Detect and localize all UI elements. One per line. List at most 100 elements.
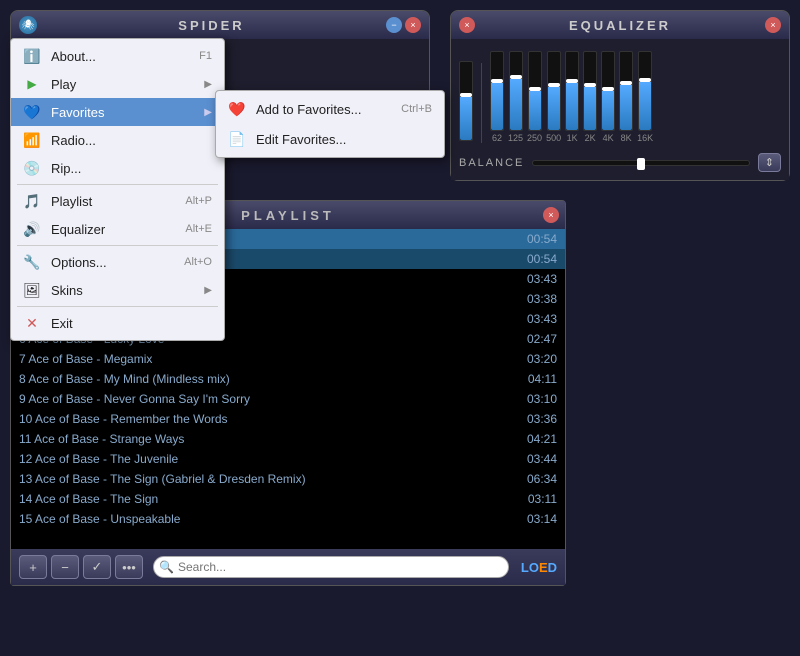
track-name-15: 15 Ace of Base - Unspeakable bbox=[19, 512, 517, 526]
eq-close-button[interactable]: × bbox=[459, 17, 475, 33]
balance-track[interactable] bbox=[532, 160, 749, 166]
balance-section: BALANCE ⇕ bbox=[459, 153, 781, 172]
loed-logo: LOED bbox=[521, 560, 557, 575]
track-time-15: 03:14 bbox=[517, 512, 557, 526]
eq-slider-4: 500 bbox=[546, 51, 561, 143]
submenu-item-edit-favorites[interactable]: 📄 Edit Favorites... bbox=[216, 124, 444, 154]
title-controls: − × bbox=[386, 17, 421, 33]
eq-track-5[interactable] bbox=[565, 51, 579, 131]
spider-titlebar: 🕷 SPIDER − × bbox=[11, 11, 429, 39]
balance-label: BALANCE bbox=[459, 157, 524, 169]
track-name-7: 7 Ace of Base - Megamix bbox=[19, 352, 517, 366]
track-time-11: 04:21 bbox=[517, 432, 557, 446]
menu-item-equalizer[interactable]: 🔊 Equalizer Alt+E bbox=[11, 215, 224, 243]
playlist-item-7[interactable]: 7 Ace of Base - Megamix 03:20 bbox=[11, 349, 565, 369]
eq-close-button2[interactable]: × bbox=[765, 17, 781, 33]
playlist-item-15[interactable]: 15 Ace of Base - Unspeakable 03:14 bbox=[11, 509, 565, 529]
playlist-remove-button[interactable]: − bbox=[51, 555, 79, 579]
menu-separator-3 bbox=[17, 306, 218, 307]
search-input[interactable] bbox=[153, 556, 509, 578]
eq-slider-1: 62 bbox=[490, 51, 504, 143]
main-menu: ℹ️ About... F1 ▶ Play ▶ 💙 Favorites ▶ 📶 … bbox=[10, 38, 225, 341]
menu-item-skins[interactable]: 🖼 Skins ▶ bbox=[11, 276, 224, 304]
playlist-item-13[interactable]: 13 Ace of Base - The Sign (Gabriel & Dre… bbox=[11, 469, 565, 489]
add-favorites-icon: ❤️ bbox=[228, 100, 246, 118]
menu-separator-2 bbox=[17, 245, 218, 246]
equalizer-menu-icon: 🔊 bbox=[23, 220, 41, 238]
menu-item-rip[interactable]: 💿 Rip... bbox=[11, 154, 224, 182]
track-time-4: 03:38 bbox=[517, 292, 557, 306]
eq-track-pre[interactable] bbox=[459, 61, 473, 141]
radio-label: Radio... bbox=[51, 133, 212, 148]
playlist-item-9[interactable]: 9 Ace of Base - Never Gonna Say I'm Sorr… bbox=[11, 389, 565, 409]
playlist-item-8[interactable]: 8 Ace of Base - My Mind (Mindless mix) 0… bbox=[11, 369, 565, 389]
eq-titlebar: × EQUALIZER × bbox=[451, 11, 789, 39]
playlist-item-14[interactable]: 14 Ace of Base - The Sign 03:11 bbox=[11, 489, 565, 509]
menu-item-play[interactable]: ▶ Play ▶ bbox=[11, 70, 224, 98]
eq-track-6[interactable] bbox=[583, 51, 597, 131]
playlist-title: PLAYLIST bbox=[241, 208, 335, 223]
eq-divider bbox=[481, 63, 482, 143]
eq-slider-6: 2K bbox=[583, 51, 597, 143]
playlist-close-button[interactable]: × bbox=[543, 207, 559, 223]
search-icon: 🔍 bbox=[159, 560, 174, 574]
playlist-item-10[interactable]: 10 Ace of Base - Remember the Words 03:3… bbox=[11, 409, 565, 429]
rip-label: Rip... bbox=[51, 161, 212, 176]
menu-item-exit[interactable]: ✕ Exit bbox=[11, 309, 224, 337]
menu-item-favorites[interactable]: 💙 Favorites ▶ bbox=[11, 98, 224, 126]
eq-track-3[interactable] bbox=[528, 51, 542, 131]
favorites-arrow: ▶ bbox=[204, 107, 212, 118]
playlist-item-11[interactable]: 11 Ace of Base - Strange Ways 04:21 bbox=[11, 429, 565, 449]
eq-slider-pre bbox=[459, 61, 473, 143]
track-time-12: 03:44 bbox=[517, 452, 557, 466]
eq-title: EQUALIZER bbox=[475, 18, 765, 33]
exit-icon: ✕ bbox=[23, 314, 41, 332]
playlist-label: Playlist bbox=[51, 194, 175, 209]
eq-slider-8: 8K bbox=[619, 51, 633, 143]
playlist-item-12[interactable]: 12 Ace of Base - The Juvenile 03:44 bbox=[11, 449, 565, 469]
eq-track-1[interactable] bbox=[490, 51, 504, 131]
minimize-button[interactable]: − bbox=[386, 17, 402, 33]
menu-item-about[interactable]: ℹ️ About... F1 bbox=[11, 42, 224, 70]
skins-arrow: ▶ bbox=[204, 285, 212, 296]
search-wrap: 🔍 bbox=[153, 556, 509, 578]
favorites-label: Favorites bbox=[51, 105, 194, 120]
eq-body: 62 125 250 500 bbox=[451, 39, 789, 180]
close-button[interactable]: × bbox=[405, 17, 421, 33]
track-time-6: 02:47 bbox=[517, 332, 557, 346]
track-time-7: 03:20 bbox=[517, 352, 557, 366]
playlist-add-button[interactable]: + bbox=[19, 555, 47, 579]
track-time-1: 00:54 bbox=[517, 232, 557, 246]
edit-favorites-label: Edit Favorites... bbox=[256, 132, 346, 147]
submenu-item-add-favorites[interactable]: ❤️ Add to Favorites... Ctrl+B bbox=[216, 94, 444, 124]
track-time-9: 03:10 bbox=[517, 392, 557, 406]
options-icon: 🔧 bbox=[23, 253, 41, 271]
balance-handle[interactable] bbox=[637, 158, 645, 170]
equalizer-window: × EQUALIZER × 62 bbox=[450, 10, 790, 181]
spider-icon: 🕷 bbox=[19, 16, 37, 34]
playlist-more-button[interactable]: ••• bbox=[115, 555, 143, 579]
exit-label: Exit bbox=[51, 316, 212, 331]
eq-track-2[interactable] bbox=[509, 51, 523, 131]
playlist-check-button[interactable]: ✓ bbox=[83, 555, 111, 579]
eq-track-4[interactable] bbox=[547, 51, 561, 131]
spider-title: SPIDER bbox=[37, 18, 386, 33]
eq-track-9[interactable] bbox=[638, 51, 652, 131]
track-time-5: 03:43 bbox=[517, 312, 557, 326]
eq-track-7[interactable] bbox=[601, 51, 615, 131]
menu-item-radio[interactable]: 📶 Radio... bbox=[11, 126, 224, 154]
balance-settings-btn[interactable]: ⇕ bbox=[758, 153, 781, 172]
skins-icon: 🖼 bbox=[23, 281, 41, 299]
about-icon: ℹ️ bbox=[23, 47, 41, 65]
track-name-12: 12 Ace of Base - The Juvenile bbox=[19, 452, 517, 466]
track-name-10: 10 Ace of Base - Remember the Words bbox=[19, 412, 517, 426]
eq-track-8[interactable] bbox=[619, 51, 633, 131]
track-name-13: 13 Ace of Base - The Sign (Gabriel & Dre… bbox=[19, 472, 517, 486]
menu-separator-1 bbox=[17, 184, 218, 185]
eq-sliders: 62 125 250 500 bbox=[459, 47, 781, 147]
menu-item-options[interactable]: 🔧 Options... Alt+O bbox=[11, 248, 224, 276]
eq-slider-5: 1K bbox=[565, 51, 579, 143]
track-name-9: 9 Ace of Base - Never Gonna Say I'm Sorr… bbox=[19, 392, 517, 406]
menu-item-playlist[interactable]: 🎵 Playlist Alt+P bbox=[11, 187, 224, 215]
track-time-10: 03:36 bbox=[517, 412, 557, 426]
